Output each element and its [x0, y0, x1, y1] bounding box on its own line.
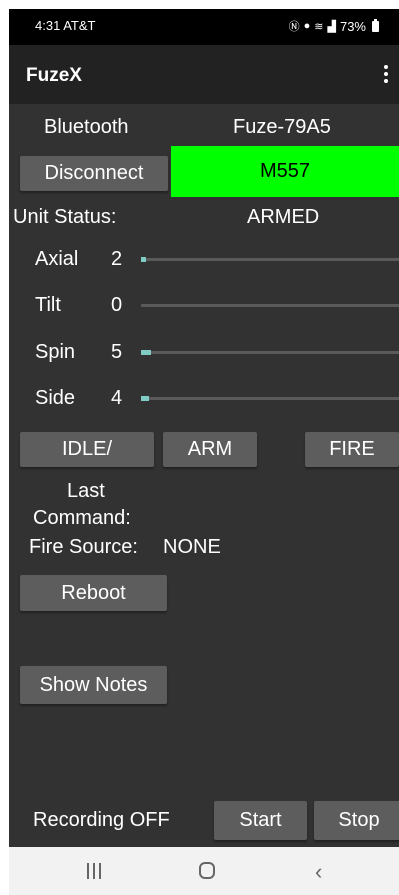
status-icons: Ⓝ ● ≋ ▟ 73%: [289, 18, 379, 34]
bluetooth-device-name: Fuze-79A5: [233, 116, 331, 138]
sensor-label: Side: [35, 387, 76, 409]
arm-button[interactable]: ARM: [163, 432, 257, 467]
back-icon[interactable]: ‹: [315, 859, 322, 885]
sensor-row-spin: Spin 5: [9, 338, 399, 368]
unit-status-label: Unit Status:: [13, 206, 117, 228]
nfc-icon: Ⓝ: [288, 21, 300, 33]
battery-percent: 73%: [339, 18, 366, 34]
sensor-row-tilt: Tilt 0: [9, 291, 399, 321]
fire-button[interactable]: FIRE: [305, 432, 399, 467]
bluetooth-label: Bluetooth: [44, 116, 129, 138]
stop-recording-button[interactable]: Stop: [314, 801, 399, 840]
last-command-label-line1: Last: [67, 480, 105, 502]
sensor-row-axial: Axial 2: [9, 245, 399, 275]
sensor-label: Axial: [35, 248, 79, 270]
status-bar: 4:31 AT&T Ⓝ ● ≋ ▟ 73%: [9, 9, 399, 45]
sensor-bar-fill: [141, 350, 152, 355]
disconnect-button[interactable]: Disconnect: [20, 156, 168, 191]
home-icon[interactable]: [199, 862, 215, 879]
start-recording-button[interactable]: Start: [214, 801, 307, 840]
recording-status: Recording OFF: [33, 809, 170, 831]
app-title: FuzeX: [26, 65, 82, 86]
fire-source-value: NONE: [163, 536, 221, 558]
location-icon: ●: [303, 20, 311, 32]
reboot-button[interactable]: Reboot: [20, 575, 167, 611]
sensor-bar: [141, 304, 399, 307]
selected-device[interactable]: M557: [171, 146, 399, 197]
unit-status-value: ARMED: [247, 206, 320, 228]
signal-icon: ▟: [327, 20, 336, 33]
fire-source-label: Fire Source:: [29, 536, 138, 558]
sensor-bar: [141, 257, 399, 262]
app-bar: FuzeX: [9, 45, 399, 104]
sensor-label: Tilt: [35, 294, 61, 316]
sensor-row-side: Side 4: [9, 384, 399, 414]
overflow-menu-icon[interactable]: [377, 61, 395, 87]
recents-icon[interactable]: [87, 863, 101, 879]
sensor-value: 2: [111, 248, 123, 270]
wifi-icon: ≋: [314, 20, 324, 33]
show-notes-button[interactable]: Show Notes: [20, 666, 167, 704]
sensor-label: Spin: [35, 341, 76, 363]
sensor-bar: [141, 396, 399, 401]
idle-button[interactable]: IDLE/: [20, 432, 154, 467]
system-nav-bar: ‹: [9, 847, 399, 895]
app-screen: 4:31 AT&T Ⓝ ● ≋ ▟ 73% FuzeX Bluetooth Fu…: [9, 9, 399, 895]
sensor-value: 5: [111, 341, 123, 363]
sensor-bar-fill: [141, 257, 146, 262]
battery-icon: [372, 18, 379, 32]
sensor-value: 0: [111, 294, 123, 316]
sensor-bar: [141, 350, 399, 355]
sensor-value: 4: [111, 387, 123, 409]
sensor-bar-fill: [141, 396, 149, 401]
status-time: 4:31 AT&T: [35, 18, 96, 33]
last-command-label-line2: Command:: [33, 507, 131, 529]
